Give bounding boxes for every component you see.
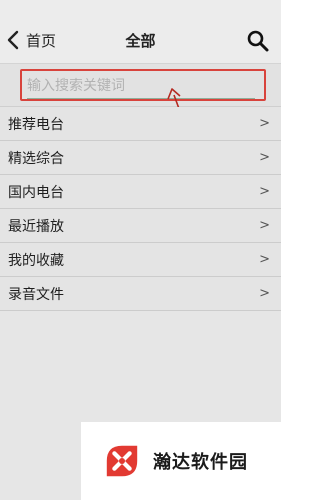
brand-logo-icon (106, 445, 138, 477)
search-area (0, 64, 281, 107)
menu-item-my-favorites[interactable]: 我的收藏 > (0, 243, 281, 277)
menu-item-domestic-stations[interactable]: 国内电台 > (0, 175, 281, 209)
top-navigation-bar: 首页 全部 (0, 0, 281, 64)
watermark-text: 瀚达软件园 (153, 452, 248, 473)
menu-item-recently-played[interactable]: 最近播放 > (0, 209, 281, 243)
app-screen: 首页 全部 推荐电台 > 精选综合 > 国内电台 > 最近播放 (0, 0, 281, 500)
menu-item-featured-mix[interactable]: 精选综合 > (0, 141, 281, 175)
watermark: 瀚达软件园 (81, 422, 281, 500)
magnifier-icon (247, 30, 269, 52)
chevron-right-icon: > (259, 116, 270, 131)
menu-item-label: 最近播放 (8, 218, 64, 235)
page-title: 全部 (125, 32, 156, 50)
menu-item-label: 我的收藏 (8, 252, 64, 269)
menu-item-label: 录音文件 (8, 286, 64, 303)
menu-item-recommended-stations[interactable]: 推荐电台 > (0, 107, 281, 141)
menu-item-label: 国内电台 (8, 184, 64, 201)
search-input[interactable] (27, 74, 255, 99)
chevron-right-icon: > (259, 218, 270, 233)
menu-item-label: 精选综合 (8, 150, 64, 167)
menu-item-label: 推荐电台 (8, 116, 64, 133)
category-menu-list: 推荐电台 > 精选综合 > 国内电台 > 最近播放 > 我的收藏 > 录音文件 … (0, 107, 281, 311)
search-button[interactable] (246, 29, 270, 53)
menu-item-recordings[interactable]: 录音文件 > (0, 277, 281, 311)
chevron-right-icon: > (259, 252, 270, 267)
chevron-right-icon: > (259, 286, 270, 301)
chevron-right-icon: > (259, 150, 270, 165)
chevron-right-icon: > (259, 184, 270, 199)
